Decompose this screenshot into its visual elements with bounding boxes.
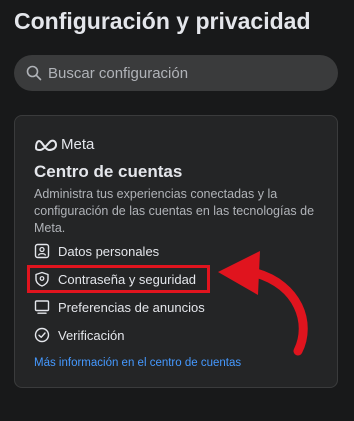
settings-page: Configuración y privacidad Meta Centro d… xyxy=(0,0,354,421)
menu-item-label: Preferencias de anuncios xyxy=(58,299,205,315)
card-description: Administra tus experiencias conectadas y… xyxy=(34,187,315,235)
menu-item-label: Datos personales xyxy=(58,243,160,259)
search-icon xyxy=(26,65,42,81)
meta-wordmark: Meta xyxy=(61,136,95,153)
verified-badge-icon xyxy=(34,327,50,343)
menu-item-ad-preferences[interactable]: Preferencias de anuncios xyxy=(34,296,205,318)
red-arrow-annotation xyxy=(218,251,308,356)
meta-logo: Meta xyxy=(34,136,94,153)
meta-infinity-icon xyxy=(34,138,58,152)
menu-item-label: Verificación xyxy=(58,327,125,343)
search-box[interactable] xyxy=(14,55,338,91)
menu-item-personal-data[interactable]: Datos personales xyxy=(34,240,159,262)
highlight-box xyxy=(27,265,210,293)
page-title: Configuración y privacidad xyxy=(14,8,311,34)
search-input[interactable] xyxy=(48,64,318,82)
menu-item-verification[interactable]: Verificación xyxy=(34,324,124,346)
monitor-icon xyxy=(34,299,50,315)
accounts-center-link[interactable]: Más información en el centro de cuentas xyxy=(34,357,241,369)
id-card-icon xyxy=(34,243,50,259)
card-title: Centro de cuentas xyxy=(34,162,183,181)
